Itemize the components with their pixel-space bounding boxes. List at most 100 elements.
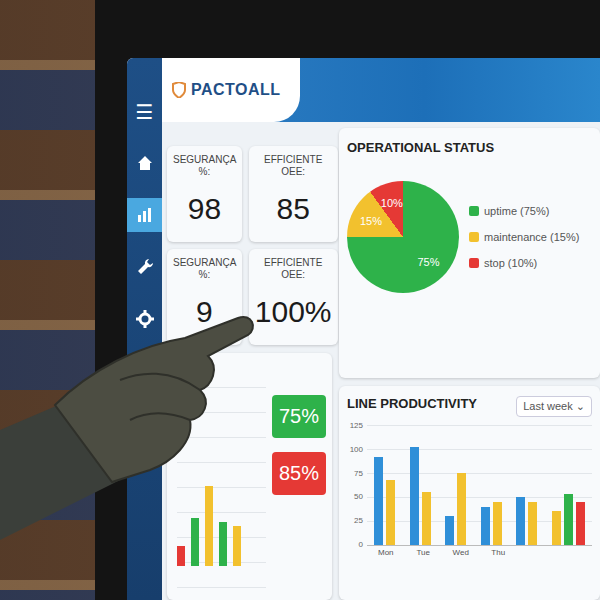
legend-swatch: [469, 258, 479, 268]
pie-slice-label: 15%: [360, 215, 382, 227]
range-dropdown[interactable]: Last week ⌄: [516, 396, 592, 417]
chart-bar: [191, 518, 199, 566]
chart-bar: [410, 447, 419, 545]
shield-icon: [172, 82, 186, 98]
chart-bar: [457, 473, 466, 545]
plot-area: [367, 425, 592, 546]
sidebar-item[interactable]: [127, 146, 162, 180]
range-label: Last week: [523, 400, 573, 412]
percent-badge: 85%: [272, 452, 326, 495]
bar-chart: 1251007550250MonTueWedThu: [347, 425, 592, 558]
status-card: OPERATIONAL STATUS 75% 15% 10% uptime (75%) m…: [339, 128, 600, 378]
gear-icon: [135, 309, 155, 329]
sidebar: ☰: [127, 58, 162, 600]
chart-bar: [481, 507, 490, 545]
chart-bar: [564, 494, 573, 545]
legend-item: maintenance (15%): [469, 231, 579, 243]
productivity-title: LINE PRODUCTIVITY: [347, 396, 477, 411]
sidebar-item[interactable]: [127, 302, 162, 336]
y-axis: 125 100 75 50 25 0: [347, 421, 363, 549]
chevron-icon: ⌄: [576, 400, 585, 412]
sidebar-item[interactable]: [127, 250, 162, 284]
monitor-bezel: ☰PACTOALLSEGURANÇA %:98EFFICIENTE OEE:85…: [95, 0, 600, 600]
chart-bar: [233, 526, 241, 566]
kpi-label: EFFICIENTE OEE:: [255, 257, 332, 281]
chart-bar: [205, 486, 213, 566]
badge-column: 75%85%: [272, 363, 326, 592]
bar-group: [410, 425, 431, 545]
percent-badge: 75%: [272, 395, 326, 438]
kpi-grid: SEGURANÇA %:98EFFICIENTE OEE:85SEGURANÇA…: [167, 128, 332, 345]
bar-group: [445, 425, 466, 545]
y-tick: 50: [347, 492, 363, 501]
productivity-card: LINE PRODUCTIVITY Last week ⌄ 125 100 75 50 25…: [339, 386, 600, 600]
kpi-value: 9: [196, 295, 213, 329]
wrench-icon: [135, 257, 155, 277]
legend-label: maintenance (15%): [484, 231, 579, 243]
content: SEGURANÇA %:98EFFICIENTE OEE:85SEGURANÇA…: [162, 122, 600, 600]
bar-group: [552, 425, 585, 545]
chart-bar: [516, 497, 525, 545]
chart-bar: [528, 502, 537, 545]
home-icon: [135, 153, 155, 173]
chart-icon: [135, 205, 155, 225]
chart-bar: [552, 511, 561, 545]
y-tick: 0: [347, 540, 363, 549]
legend-swatch: [469, 206, 479, 216]
y-tick: 125: [347, 421, 363, 430]
x-label: Tue: [411, 548, 435, 558]
chart-bar: [374, 457, 383, 545]
legend-label: uptime (75%): [484, 205, 549, 217]
kpi-label: SEGURANÇA %:: [173, 154, 236, 178]
kpi-label: SEGURANÇA %:: [173, 257, 236, 281]
menu-button[interactable]: ☰: [136, 102, 154, 122]
logo[interactable]: PACTOALL: [162, 58, 300, 122]
legend-swatch: [469, 232, 479, 242]
kpi-card: EFFICIENTE OEE:85: [249, 146, 338, 242]
header-bar: PACTOALL: [162, 58, 600, 122]
status-body: 75% 15% 10% uptime (75%) maintenance (15%) st…: [347, 181, 592, 293]
legend-item: stop (10%): [469, 257, 579, 269]
mini-chart: [177, 363, 266, 592]
y-tick: 100: [347, 445, 363, 454]
kpi-card: SEGURANÇA %: 98: [167, 146, 242, 242]
dashboard-screen: ☰PACTOALLSEGURANÇA %:98EFFICIENTE OEE:85…: [127, 58, 600, 600]
logo-text: PACTOALL: [191, 81, 281, 99]
bar-group: [374, 425, 395, 545]
y-tick: 25: [347, 516, 363, 525]
plot-wrap: MonTueWedThu: [367, 425, 592, 558]
chart-bar: [219, 522, 227, 566]
kpi-card: SEGURANÇA %: 9: [167, 249, 242, 345]
productivity-header: LINE PRODUCTIVITY Last week ⌄: [347, 396, 592, 417]
kpi-value: 100%: [255, 295, 332, 329]
chart-bar: [386, 480, 395, 545]
warehouse-background: [0, 0, 95, 600]
chart-bar: [445, 516, 454, 545]
gloved-hand-icon: [0, 0, 600, 600]
main-area: PACTOALLSEGURANÇA %:98EFFICIENTE OEE:85S…: [162, 58, 600, 600]
x-label: Mon: [374, 548, 398, 558]
pie-slice-label: 10%: [381, 197, 403, 209]
kpi-card: EFFICIENTE OEE: 100%: [249, 249, 338, 345]
chart-bar: [177, 546, 185, 566]
pie-chart: 75% 15% 10%: [347, 181, 459, 293]
status-title: OPERATIONAL STATUS: [347, 140, 592, 155]
x-label: Wed: [449, 548, 473, 558]
y-tick: 75: [347, 469, 363, 478]
chart-bar: [493, 502, 502, 545]
bar-group: [516, 425, 537, 545]
pie-slice-label: 75%: [417, 256, 439, 268]
kpi-value: 98: [188, 192, 221, 226]
sidebar-item[interactable]: [127, 198, 162, 232]
chart-bar: [422, 492, 431, 545]
kpi-label: EFFICIENTE OEE:: [255, 154, 332, 178]
legend: uptime (75%) maintenance (15%) stop (10%): [469, 205, 579, 269]
legend-label: stop (10%): [484, 257, 537, 269]
right-column: OPERATIONAL STATUS 75% 15% 10% uptime (75%) m…: [339, 128, 600, 600]
mini-chart-card: 75%85%: [167, 353, 332, 600]
legend-item: uptime (75%): [469, 205, 579, 217]
x-axis: MonTueWedThu: [367, 548, 592, 558]
bar-group: [481, 425, 502, 545]
